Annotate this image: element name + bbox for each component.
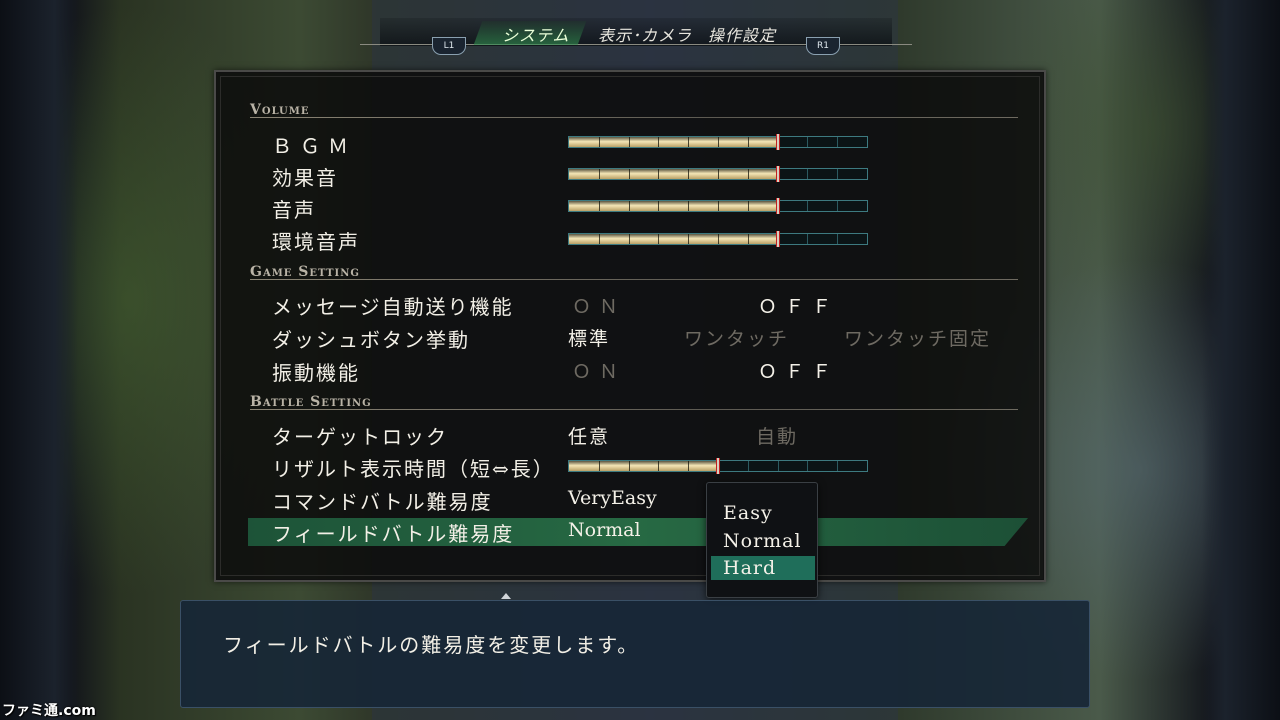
slider-knob[interactable]: [716, 458, 720, 474]
slider-segment: [748, 137, 749, 147]
target-lock-manual-option[interactable]: 任意: [568, 422, 610, 449]
slider-knob[interactable]: [776, 231, 780, 247]
tab-display-camera[interactable]: 表示･カメラ: [598, 22, 692, 46]
voice-label: 音声: [272, 198, 316, 222]
bgm-label: ＢＧＭ: [272, 134, 356, 158]
section-game-setting-title: Game Setting: [250, 264, 360, 280]
target-lock-label: ターゲットロック: [272, 425, 448, 449]
slider-segment: [658, 461, 659, 471]
slider-segment: [658, 169, 659, 179]
slider-segment: [748, 234, 749, 244]
slider-segment: [688, 201, 689, 211]
slider-segment: [599, 201, 600, 211]
auto-message-label: メッセージ自動送り機能: [272, 295, 514, 319]
slider-fill: [569, 234, 778, 244]
slider-segment: [718, 169, 719, 179]
section-volume: Volume: [250, 102, 1018, 118]
slider-segment: [629, 169, 630, 179]
sfx-slider[interactable]: [568, 166, 868, 182]
slider-segment: [658, 201, 659, 211]
slider-segment: [599, 137, 600, 147]
r1-button[interactable]: R1: [806, 37, 840, 55]
dash-one-touch-option[interactable]: ワンタッチ: [684, 324, 789, 351]
auto-message-off-option[interactable]: ＯＦＦ: [758, 292, 839, 319]
difficulty-dropdown[interactable]: Easy Normal Hard: [706, 482, 818, 598]
ambient-voice-label: 環境音声: [272, 230, 360, 254]
vibration-on-option[interactable]: ＯＮ: [572, 357, 626, 384]
slider-fill: [569, 137, 778, 147]
bgm-slider[interactable]: [568, 134, 868, 150]
slider-segment: [658, 234, 659, 244]
slider-segment: [629, 461, 630, 471]
background-edge-left: [0, 0, 78, 720]
slider-segment: [599, 461, 600, 471]
background-edge-right: [1202, 0, 1280, 720]
slider-segment: [688, 234, 689, 244]
ambient-voice-slider[interactable]: [568, 231, 868, 247]
slider-segment: [807, 169, 808, 179]
slider-segment: [599, 234, 600, 244]
slider-fill: [569, 201, 778, 211]
slider-segment: [629, 137, 630, 147]
dropdown-option-easy[interactable]: Easy: [711, 501, 815, 525]
tab-controls[interactable]: 操作設定: [708, 22, 776, 46]
dropdown-option-hard[interactable]: Hard: [711, 556, 815, 580]
field-difficulty-label: フィールドバトル難易度: [272, 522, 515, 546]
field-difficulty-value[interactable]: Normal: [568, 519, 641, 541]
slider-segment: [837, 201, 838, 211]
slider-segment: [807, 461, 808, 471]
tab-system[interactable]: システム: [502, 22, 570, 46]
slider-segment: [837, 461, 838, 471]
slider-segment: [837, 234, 838, 244]
vibration-off-option[interactable]: ＯＦＦ: [758, 357, 839, 384]
section-battle-setting: Battle Setting: [250, 394, 1018, 410]
tab-bar: L1 システム 表示･カメラ 操作設定 R1: [360, 18, 912, 56]
voice-slider[interactable]: [568, 198, 868, 214]
slider-segment: [718, 234, 719, 244]
slider-fill: [569, 461, 718, 471]
slider-knob[interactable]: [776, 198, 780, 214]
slider-fill: [569, 169, 778, 179]
slider-segment: [837, 169, 838, 179]
slider-segment: [807, 234, 808, 244]
l1-button[interactable]: L1: [432, 37, 466, 55]
slider-segment: [718, 201, 719, 211]
slider-segment: [658, 137, 659, 147]
dash-one-touch-fixed-option[interactable]: ワンタッチ固定: [844, 324, 991, 351]
slider-segment: [748, 169, 749, 179]
slider-segment: [748, 201, 749, 211]
result-time-label: リザルト表示時間（短⇔長）: [272, 457, 555, 481]
vibration-label: 振動機能: [272, 361, 360, 385]
slider-segment: [599, 169, 600, 179]
slider-knob[interactable]: [776, 134, 780, 150]
slider-segment: [837, 137, 838, 147]
auto-message-on-option[interactable]: ＯＮ: [572, 292, 626, 319]
section-game-setting: Game Setting: [250, 264, 1018, 280]
up-arrow-icon: [501, 593, 511, 599]
slider-segment: [688, 169, 689, 179]
command-difficulty-value[interactable]: VeryEasy: [568, 487, 657, 509]
sfx-label: 効果音: [272, 166, 338, 190]
slider-segment: [688, 137, 689, 147]
slider-knob[interactable]: [776, 166, 780, 182]
dash-standard-option[interactable]: 標準: [568, 324, 610, 351]
description-text: フィールドバトルの難易度を変更します。: [223, 633, 640, 657]
slider-segment: [748, 461, 749, 471]
slider-segment: [807, 201, 808, 211]
slider-segment: [629, 201, 630, 211]
description-box: フィールドバトルの難易度を変更します。: [180, 593, 1090, 708]
target-lock-auto-option[interactable]: 自動: [756, 422, 798, 449]
slider-segment: [807, 137, 808, 147]
slider-segment: [688, 461, 689, 471]
slider-segment: [718, 137, 719, 147]
dropdown-option-normal[interactable]: Normal: [711, 529, 815, 553]
result-time-slider[interactable]: [568, 458, 868, 474]
command-difficulty-label: コマンドバトル難易度: [272, 490, 493, 514]
section-volume-title: Volume: [250, 102, 310, 118]
slider-segment: [629, 234, 630, 244]
watermark-logo: ファミ通.com: [2, 703, 96, 719]
section-battle-setting-title: Battle Setting: [250, 394, 372, 410]
dash-behavior-label: ダッシュボタン挙動: [272, 328, 470, 352]
slider-segment: [778, 461, 779, 471]
